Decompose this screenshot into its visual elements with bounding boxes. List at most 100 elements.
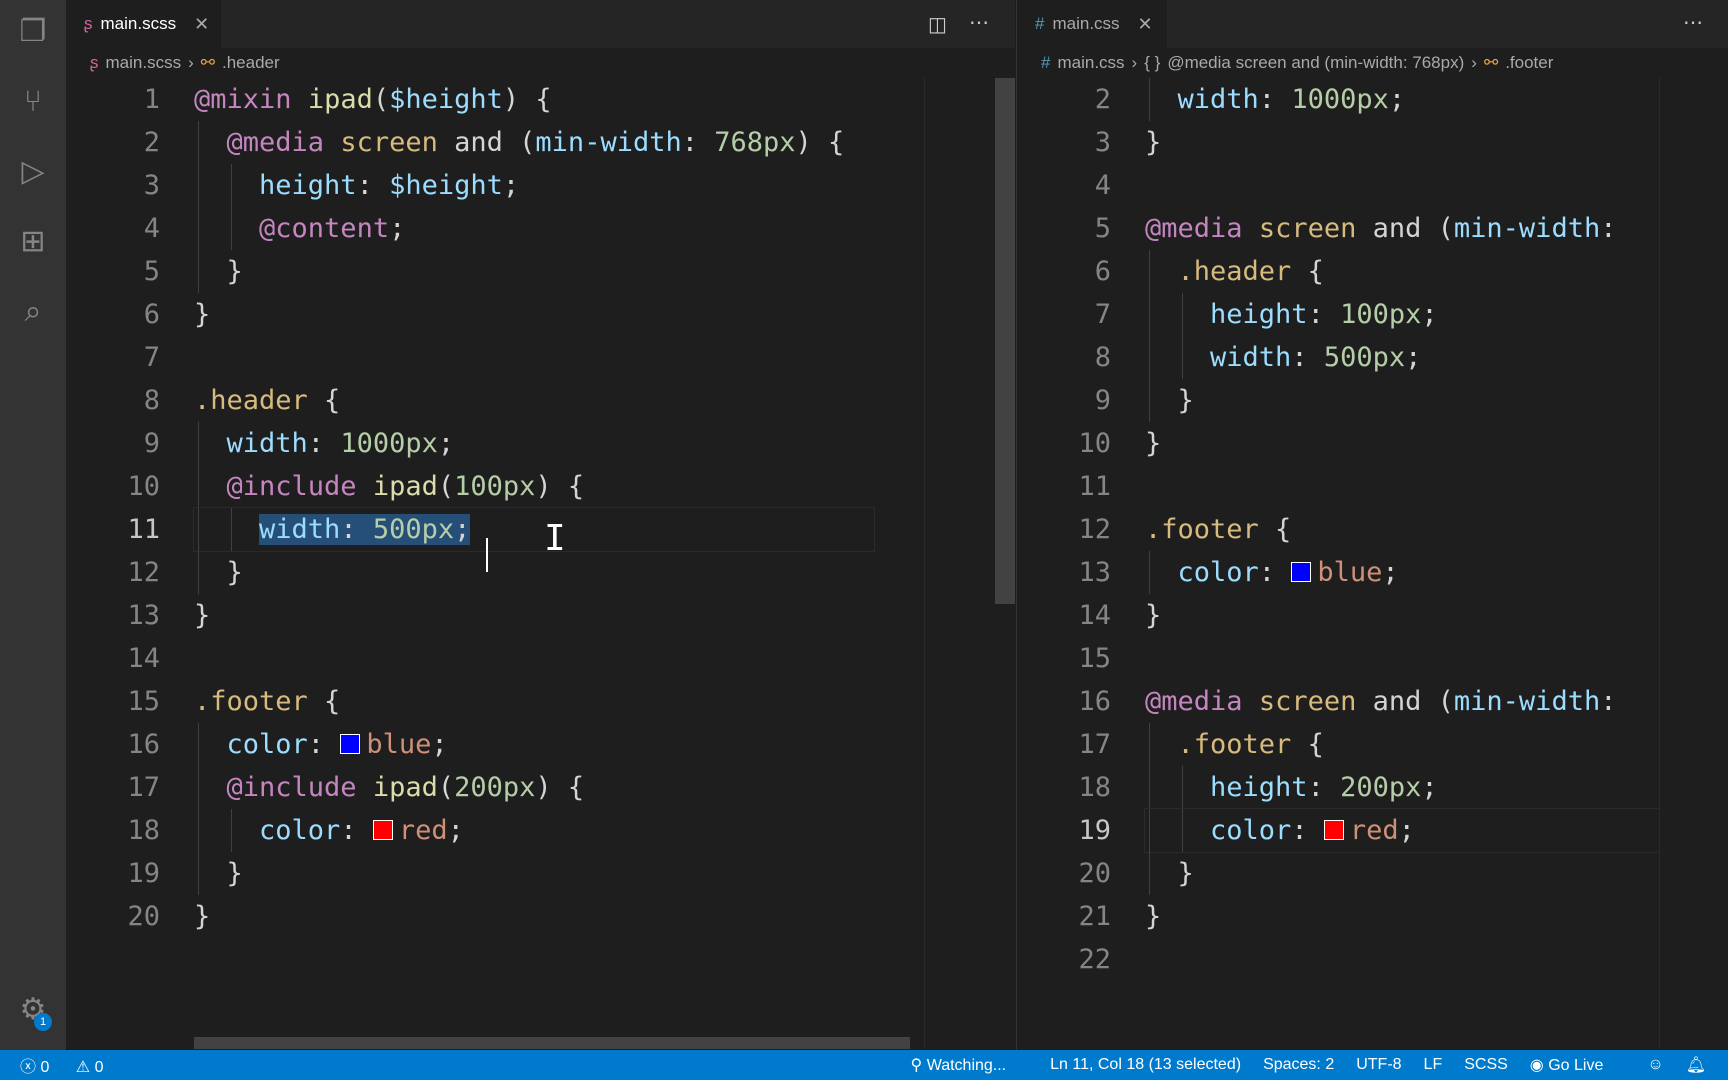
- code-token: @media: [226, 127, 325, 158]
- code-token: color: [1210, 815, 1292, 846]
- line-number: 5: [1094, 213, 1111, 244]
- code-token: width: [1177, 84, 1259, 115]
- code-line: height: 200px;: [1145, 766, 1438, 809]
- language-mode[interactable]: SCSS: [1464, 1056, 1508, 1074]
- line-number: 18: [127, 815, 160, 846]
- braces-icon: { }: [1144, 53, 1161, 72]
- indent-guide: [198, 766, 199, 809]
- right-editor[interactable]: # main.css ✕ ⋯ # main.css › { } @media s…: [1016, 0, 1728, 1050]
- code-token: :: [1258, 557, 1292, 588]
- breadcrumb-symbol[interactable]: .header: [222, 53, 280, 73]
- line-number: 19: [1078, 815, 1111, 846]
- color-swatch[interactable]: [340, 733, 361, 754]
- go-live-button[interactable]: ◉ Go Live: [1530, 1055, 1626, 1075]
- breadcrumb: # main.css › { } @media screen and (min-…: [1017, 48, 1728, 78]
- code-token: $height: [389, 170, 503, 201]
- minimap[interactable]: [924, 78, 992, 1048]
- line-number: 7: [1094, 299, 1111, 330]
- code-token: 500px: [1323, 342, 1406, 373]
- notifications-bell-icon[interactable]: 🔔︎: [1686, 1055, 1706, 1075]
- code-token: red: [398, 815, 448, 846]
- code-token: ;: [1405, 342, 1422, 373]
- code-token: ;: [502, 170, 520, 201]
- code-line: @content;: [194, 207, 405, 250]
- go-live-label: Go Live: [1548, 1057, 1604, 1074]
- minimap[interactable]: [1659, 78, 1728, 1048]
- code-token: .header: [1177, 256, 1292, 287]
- indent-guide: [1149, 809, 1150, 852]
- horizontal-scrollbar[interactable]: [194, 1037, 910, 1049]
- left-editor[interactable]: ʂ main.scss ✕ ◫ ⋯ ʂ main.scss › ⚯ .heade…: [66, 0, 1015, 1050]
- tab-main-css[interactable]: # main.css ✕: [1017, 0, 1167, 48]
- color-swatch[interactable]: [1323, 819, 1344, 840]
- cursor-position[interactable]: Ln 11, Col 18 (13 selected): [1050, 1056, 1241, 1074]
- breadcrumb-media[interactable]: @media screen and (min-width: 768px): [1167, 53, 1464, 73]
- vertical-scrollbar[interactable]: [995, 78, 1015, 604]
- indent-guide: [198, 551, 199, 594]
- indentation[interactable]: Spaces: 2: [1263, 1056, 1334, 1074]
- code-token: 500px: [372, 514, 455, 545]
- color-swatch[interactable]: [1291, 561, 1312, 582]
- encoding[interactable]: UTF-8: [1356, 1056, 1401, 1074]
- code-token: @mixin: [194, 84, 292, 115]
- text-cursor: [486, 538, 488, 572]
- code-token: ;: [1388, 84, 1406, 115]
- extensions-icon[interactable]: ⊞: [13, 222, 53, 262]
- code-line: @media screen and (min-width: 768px) {: [194, 121, 845, 164]
- code-token: {: [1258, 514, 1292, 545]
- tab-label: main.css: [1052, 14, 1120, 33]
- sass-file-icon: ʂ: [84, 14, 93, 33]
- code-token: 200px: [454, 772, 536, 803]
- indent-guide: [230, 508, 232, 551]
- line-number: 16: [127, 729, 160, 760]
- code-token: }: [194, 600, 211, 631]
- search-icon[interactable]: ⌕: [13, 292, 53, 332]
- close-icon[interactable]: ✕: [1138, 14, 1153, 35]
- code-line: }: [1145, 852, 1194, 895]
- source-control-icon[interactable]: ⑂: [13, 82, 53, 122]
- indent-guide: [198, 465, 199, 508]
- code-token: }: [1145, 127, 1162, 158]
- run-debug-icon[interactable]: ▷: [13, 152, 53, 192]
- breadcrumb-symbol[interactable]: .footer: [1505, 53, 1553, 73]
- code-token: {: [307, 686, 341, 717]
- indent-guide: [1149, 551, 1150, 594]
- problems-indicator[interactable]: ⓧ 0 ⚠ 0: [20, 1053, 126, 1077]
- more-actions-icon[interactable]: ⋯: [969, 10, 989, 35]
- code-token: $height: [389, 84, 503, 115]
- error-count: 0: [40, 1059, 50, 1076]
- line-number: 6: [1094, 256, 1111, 287]
- code-token: @include: [226, 471, 357, 502]
- code-token: }: [1145, 428, 1162, 459]
- line-ending[interactable]: LF: [1424, 1056, 1443, 1074]
- tab-main-scss[interactable]: ʂ main.scss ✕: [66, 0, 221, 48]
- code-token: blue: [366, 729, 432, 760]
- code-line: }: [1145, 422, 1161, 465]
- feedback-icon[interactable]: ☺: [1647, 1056, 1663, 1074]
- breadcrumb-file[interactable]: main.scss: [106, 53, 182, 73]
- code-token: ipad: [372, 471, 438, 502]
- explorer-icon[interactable]: ❐: [13, 12, 53, 52]
- split-editor-icon[interactable]: ◫: [928, 12, 947, 37]
- code-token: .footer: [194, 686, 308, 717]
- code-token: (: [372, 84, 390, 115]
- code-token: }: [194, 858, 243, 889]
- settings-badge: 1: [34, 1013, 52, 1031]
- breadcrumb-file[interactable]: main.css: [1057, 53, 1124, 73]
- line-number: 10: [127, 471, 160, 502]
- more-actions-icon[interactable]: ⋯: [1683, 10, 1703, 35]
- line-number: 12: [127, 557, 160, 588]
- line-number: 20: [1078, 858, 1111, 889]
- watching-status[interactable]: ⚲ Watching...: [911, 1055, 1029, 1075]
- line-number: 14: [127, 643, 160, 674]
- chevron-right-icon: ›: [1471, 53, 1477, 72]
- color-swatch[interactable]: [372, 819, 393, 840]
- code-token: :: [1307, 772, 1341, 803]
- code-token: and (: [437, 127, 536, 158]
- chevron-right-icon: ›: [1131, 53, 1138, 72]
- close-icon[interactable]: ✕: [194, 14, 209, 35]
- code-token: :: [307, 428, 341, 459]
